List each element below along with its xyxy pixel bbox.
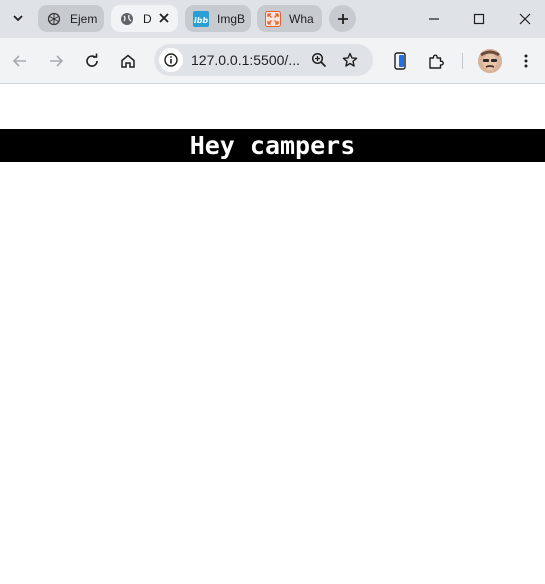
zoom-in-icon [311,52,327,68]
chevron-down-icon [13,15,23,22]
puzzle-icon [429,54,444,69]
extension-button[interactable] [388,49,412,73]
close-tab-icon[interactable] [156,10,172,26]
minimize-icon [429,17,439,20]
tab-title: ImgB [217,11,246,26]
svg-text:ibb: ibb [194,16,208,25]
maximize-icon [473,13,485,24]
tab-active[interactable]: D [111,5,178,32]
arrow-left-icon [12,55,26,67]
globe-icon [119,11,135,27]
heading-banner: Hey campers [0,129,545,162]
tab-imgbb[interactable]: ibb ImgB [185,5,251,32]
zoom-button[interactable] [307,48,331,72]
tab-wha[interactable]: Wha [257,5,322,32]
home-button[interactable] [116,49,140,73]
tab-title: Ejem [70,11,98,26]
address-bar[interactable]: 127.0.0.1:5500/... [154,44,373,76]
browser-toolbar: 127.0.0.1:5500/... [0,38,545,84]
arrow-right-icon [50,55,64,67]
close-window-button[interactable] [505,5,545,32]
minimize-button[interactable] [414,5,454,32]
page-viewport: Hey campers [0,85,545,584]
tab-strip: Ejem D ibb ImgB Wha [0,0,545,38]
profile-avatar[interactable] [478,49,502,73]
extensions-menu-button[interactable] [424,49,448,73]
close-icon [519,13,531,24]
tab-title: D [143,11,152,26]
forward-button[interactable] [44,49,68,73]
phone-extension-icon [394,52,406,70]
new-tab-button[interactable] [329,5,356,32]
expand-icon [265,10,281,27]
avatar-icon [478,49,502,73]
tab-title: Wha [289,11,314,26]
home-icon [121,54,135,68]
url-text[interactable]: 127.0.0.1:5500/... [191,52,300,68]
bookmark-button[interactable] [338,48,362,72]
plus-icon [337,13,348,24]
back-button[interactable] [8,49,32,73]
page-heading: Hey campers [189,131,356,160]
toolbar-divider [462,53,463,69]
reload-icon [86,53,98,67]
tab-search-button[interactable] [6,7,30,29]
site-info-button[interactable] [159,48,183,72]
imgbb-icon: ibb [193,10,209,27]
browser-menu-button[interactable] [514,49,538,73]
info-icon [164,53,178,67]
maximize-button[interactable] [459,5,499,32]
openai-icon [46,11,62,27]
tab-ejem[interactable]: Ejem [38,5,104,32]
reload-button[interactable] [80,49,104,73]
more-vertical-icon [524,54,528,68]
star-icon [342,52,358,67]
